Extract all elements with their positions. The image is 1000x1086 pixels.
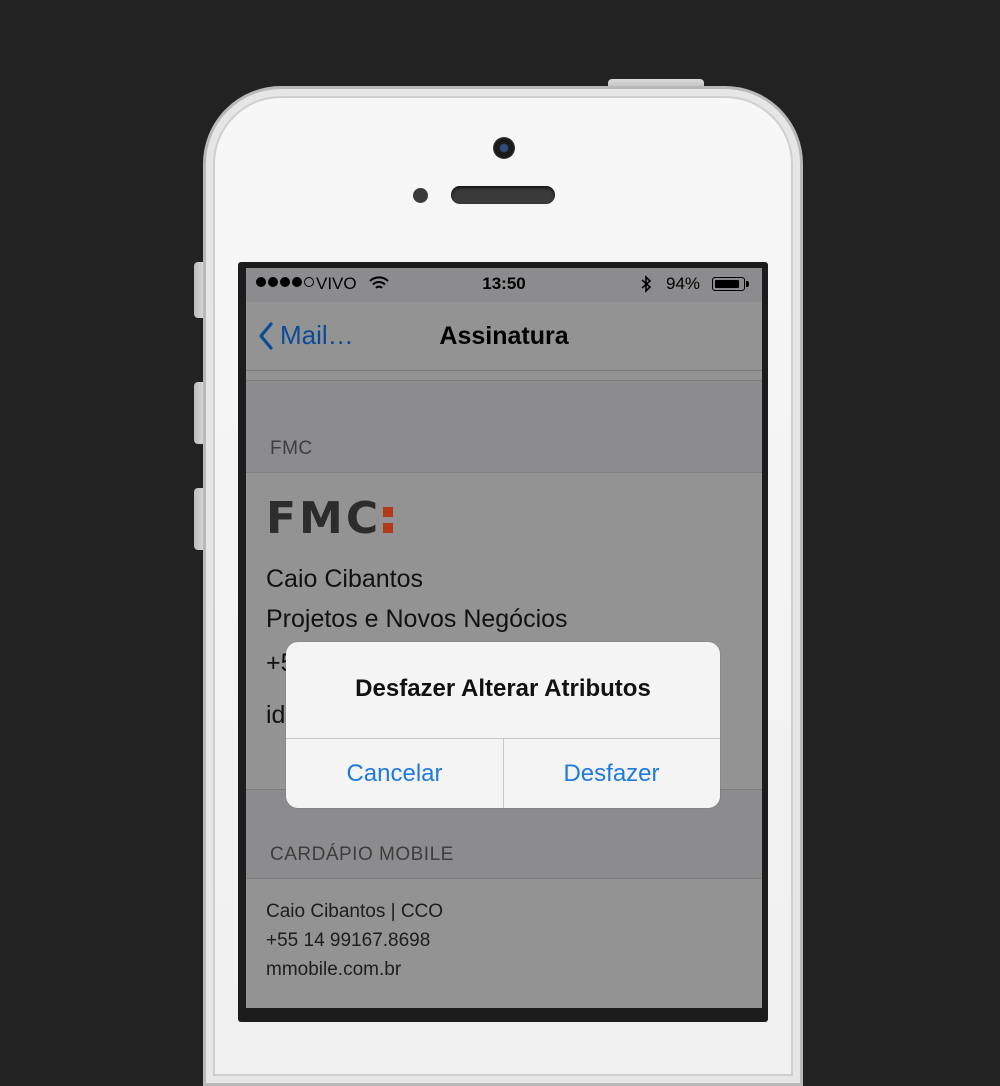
- signature-line: Caio Cibantos: [266, 565, 424, 593]
- navigation-bar: Mail… Assinatura: [246, 302, 762, 378]
- battery-percent: 94%: [666, 274, 701, 293]
- signature-cell-cardapio[interactable]: Caio Cibantos | CCO +55 14 99167.8698 mm…: [246, 878, 762, 1008]
- battery-tip: [746, 281, 749, 287]
- proximity-sensor: [413, 188, 428, 203]
- signature-line: Caio Cibantos | CCO: [266, 901, 444, 922]
- signature-line: id: [266, 701, 286, 729]
- front-camera: [493, 137, 515, 159]
- section-header-cardapio: CARDÁPIO MOBILE: [270, 844, 454, 865]
- fmc-logo: FMC: [266, 493, 395, 544]
- alert-title: Desfazer Alterar Atributos: [355, 675, 651, 702]
- fmc-logo-mark: [383, 499, 395, 539]
- bluetooth-icon: [640, 275, 652, 298]
- fmc-logo-text: FMC: [266, 493, 382, 544]
- undo-button[interactable]: Desfazer: [503, 739, 720, 808]
- signature-line: +55 14 99167.8698: [266, 930, 431, 951]
- signature-line: Projetos e Novos Negócios: [266, 605, 568, 633]
- section-fmc-spacer: [246, 380, 762, 473]
- signature-line: mmobile.com.br: [266, 959, 402, 980]
- earpiece-speaker: [451, 186, 555, 204]
- status-bar: VIVO 13:50 94%: [246, 268, 762, 302]
- battery-icon: [712, 277, 745, 291]
- undo-alert-dialog: Desfazer Alterar Atributos Cancelar Desf…: [286, 642, 720, 808]
- section-header-fmc: FMC: [270, 438, 313, 459]
- screen: VIVO 13:50 94% Mail… Assinatura FMC FMC …: [246, 268, 762, 1008]
- cancel-button[interactable]: Cancelar: [286, 739, 503, 808]
- page-title: Assinatura: [439, 322, 569, 350]
